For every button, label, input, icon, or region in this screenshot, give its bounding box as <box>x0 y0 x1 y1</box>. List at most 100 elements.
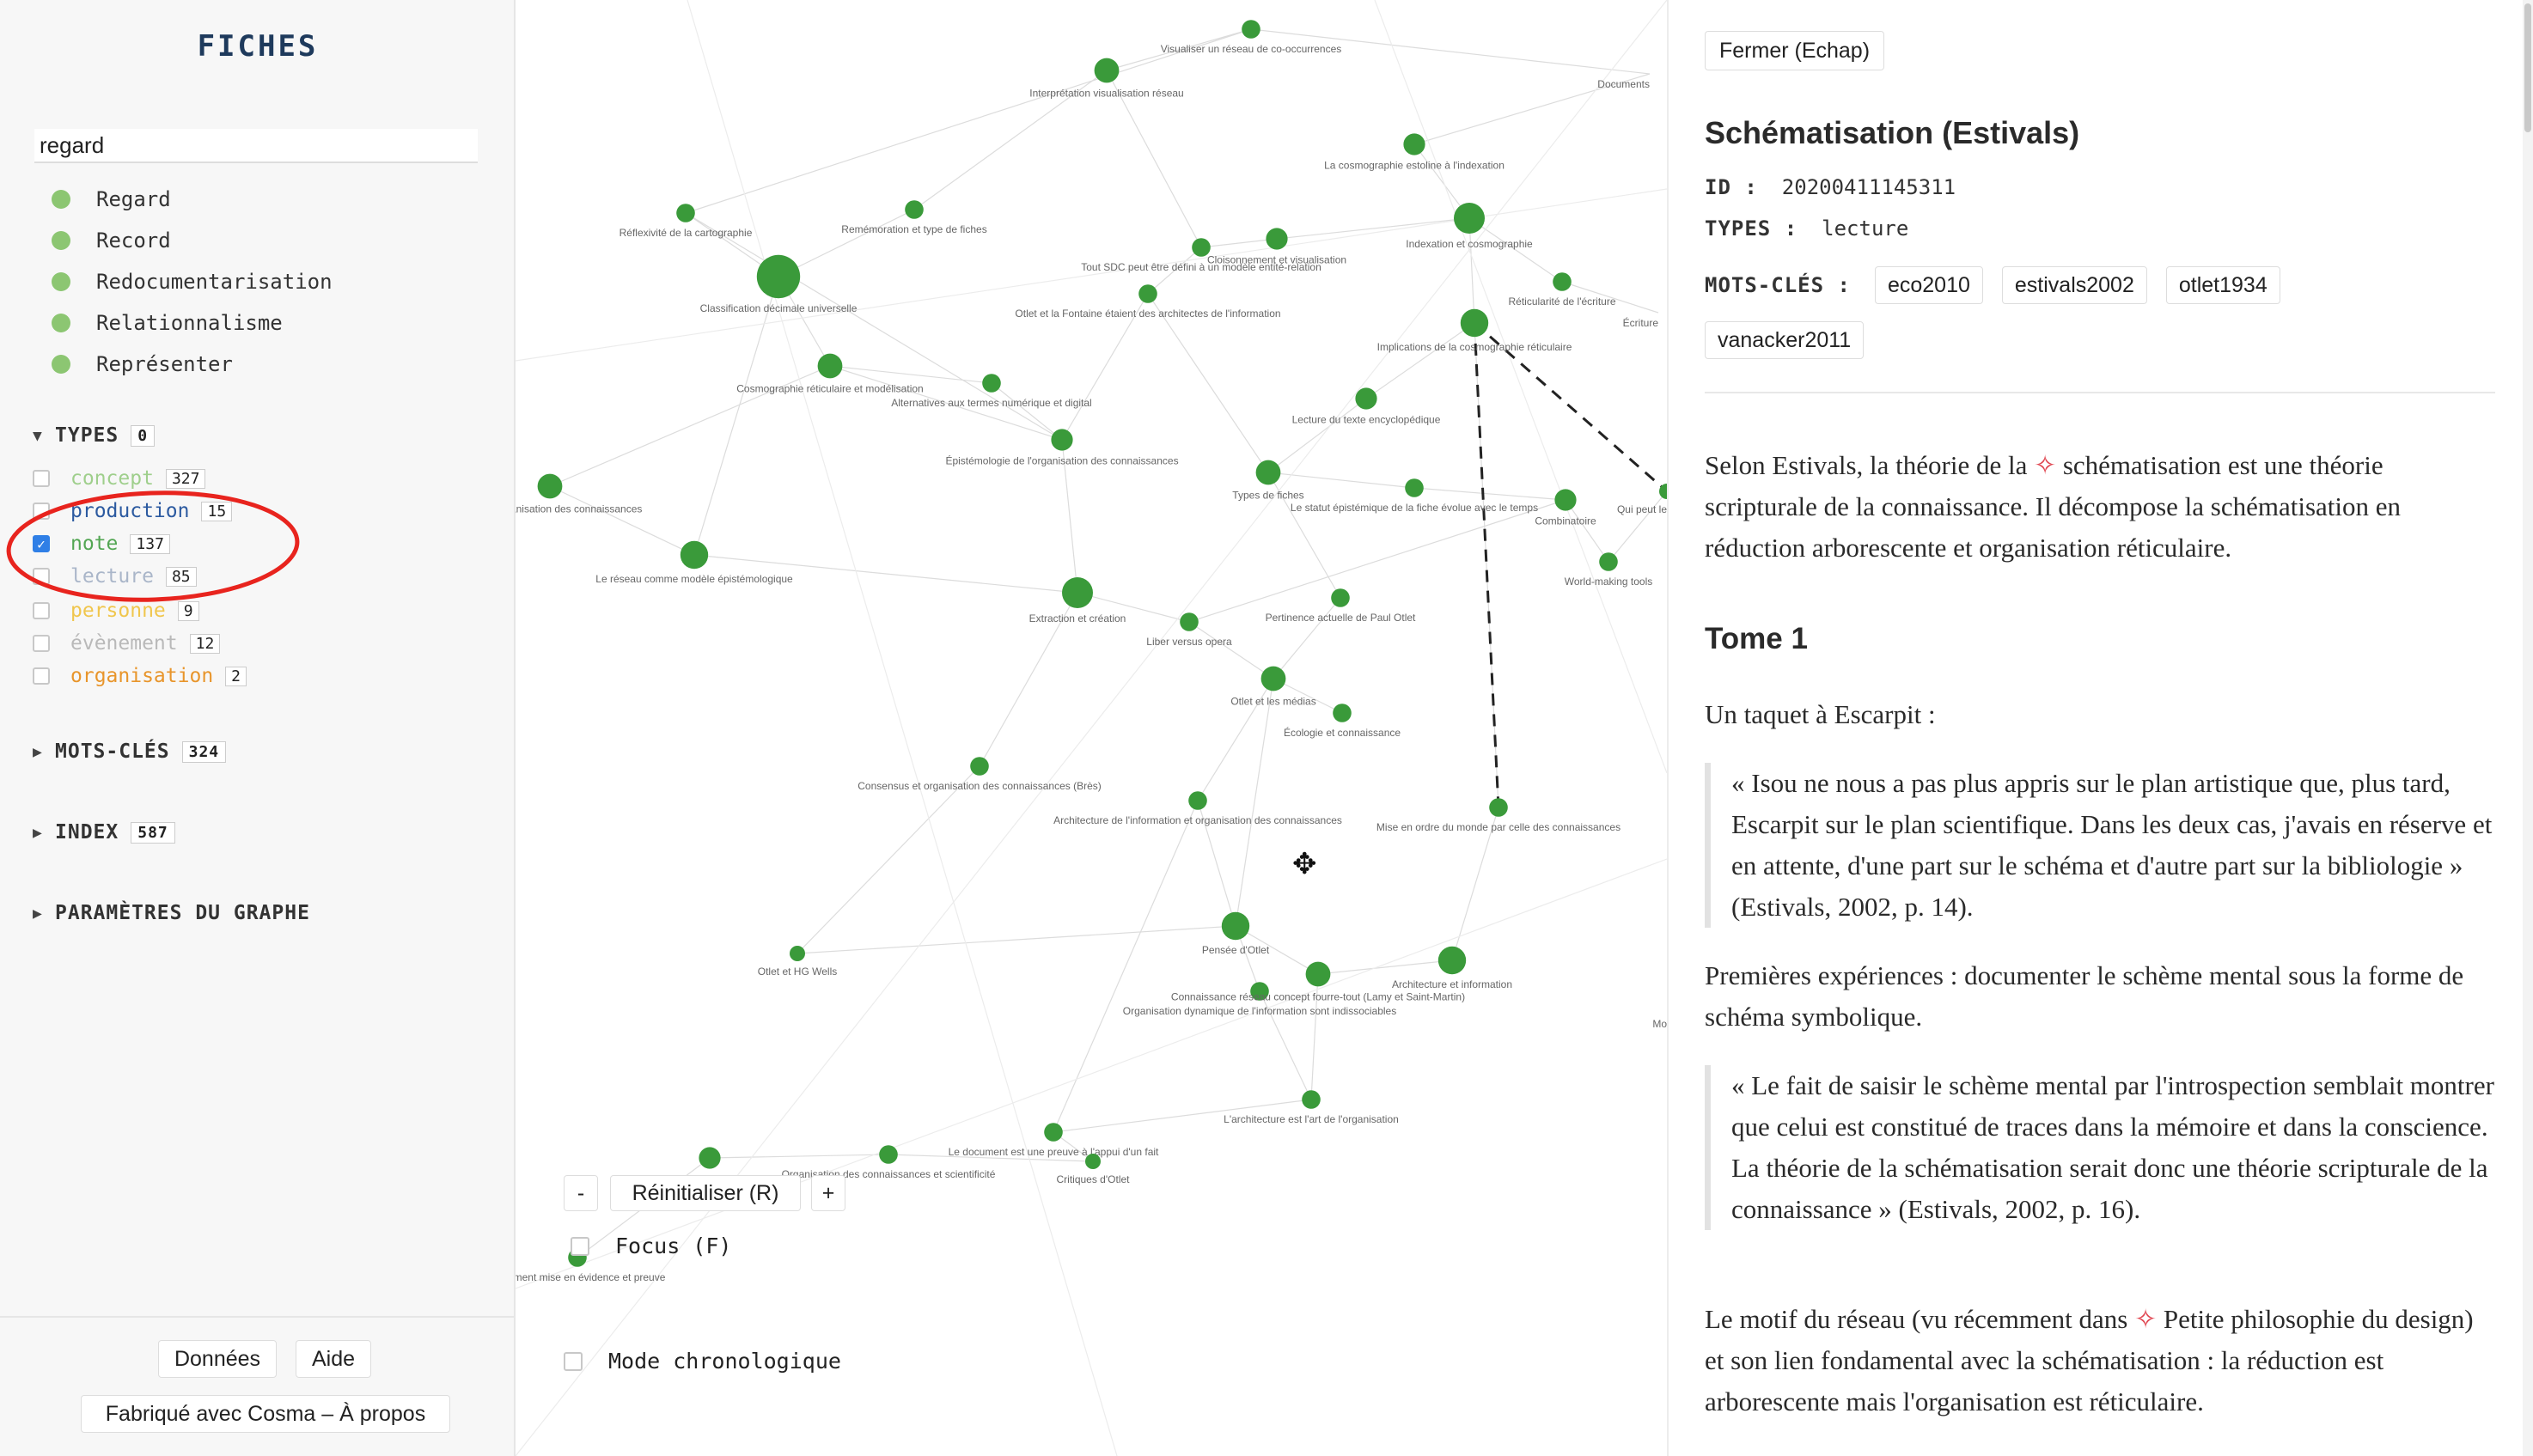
data-button[interactable]: Données <box>158 1340 277 1378</box>
graph-node-circle[interactable] <box>1659 484 1667 499</box>
graph-node[interactable]: Extraction et création <box>1029 577 1126 624</box>
chrono-mode-checkbox[interactable] <box>564 1351 583 1371</box>
keyword-tag[interactable]: otlet1934 <box>2165 266 2280 304</box>
graph-node[interactable]: Épistémologie de l'organisation des conn… <box>945 429 1179 467</box>
graph-node[interactable]: Lecture du texte encyclopédique <box>1292 387 1441 426</box>
graph-node[interactable]: Mise en ordre du monde par celle des con… <box>1376 798 1621 833</box>
graph-node[interactable]: La cosmographie estoline à l'indexation <box>1324 133 1505 172</box>
graph-node-circle[interactable] <box>1405 478 1424 497</box>
graph-node[interactable]: Documents <box>1597 78 1650 90</box>
graph-node[interactable]: Visualiser un réseau de co-occurrences <box>1161 20 1342 55</box>
graph-node[interactable]: Le statut épistémique de la fiche évolue… <box>1291 478 1538 514</box>
graph-node[interactable]: Remémoration et type de fiches <box>841 200 987 235</box>
search-input[interactable] <box>34 129 478 163</box>
graph-params-section-toggle[interactable]: ▶ PARAMÈTRES DU GRAPHE <box>33 902 310 924</box>
types-section-toggle[interactable]: ▼ TYPES 0 <box>33 424 156 447</box>
reset-button[interactable]: Réinitialiser (R) <box>610 1175 801 1211</box>
graph-node-circle[interactable] <box>879 1145 898 1164</box>
graph-node-circle[interactable] <box>1333 704 1352 722</box>
graph-node-circle[interactable] <box>537 473 563 499</box>
graph-node-circle[interactable] <box>1489 798 1508 817</box>
type-checkbox[interactable] <box>33 667 50 685</box>
type-filter-5[interactable]: évènement 12 <box>33 629 221 658</box>
graph-node-circle[interactable] <box>1355 387 1377 410</box>
graph-node-circle[interactable] <box>676 204 695 222</box>
graph-node-circle[interactable] <box>1255 460 1281 485</box>
graph-node-circle[interactable] <box>1242 20 1260 39</box>
search-result-item[interactable]: Relationnalisme <box>52 306 283 340</box>
graph-node-circle[interactable] <box>1138 284 1157 303</box>
keyword-tag[interactable]: eco2010 <box>1874 266 1983 304</box>
chrono-mode-toggle[interactable]: Mode chronologique <box>564 1349 841 1374</box>
graph-node[interactable]: Critiques d'Otlet <box>1057 1154 1131 1185</box>
graph-node-circle[interactable] <box>1044 1123 1063 1142</box>
graph-node[interactable]: Qui peut le <box>1617 484 1667 515</box>
zoom-out-button[interactable]: - <box>564 1175 598 1211</box>
graph-node[interactable]: Interprétation visualisation réseau <box>1029 58 1184 100</box>
graph-node[interactable]: Pertinence actuelle de Paul Otlet <box>1266 588 1416 624</box>
keyword-tag[interactable]: estivals2002 <box>2001 266 2147 304</box>
focus-toggle[interactable]: Focus (F) <box>571 1234 731 1258</box>
graph-node-circle[interactable] <box>1085 1154 1101 1169</box>
focus-checkbox[interactable] <box>571 1236 589 1256</box>
graph-node[interactable]: World-making tools <box>1565 552 1652 588</box>
graph-node-circle[interactable] <box>817 353 843 379</box>
graph-node-circle[interactable] <box>1094 58 1120 83</box>
graph-node-circle[interactable] <box>1553 272 1572 291</box>
graph-view[interactable]: Visualiser un réseau de co-occurrences In… <box>516 0 1667 1456</box>
graph-node[interactable]: Le document est une preuve à l'appui d'u… <box>949 1123 1159 1158</box>
graph-node-circle[interactable] <box>790 946 805 961</box>
graph-node[interactable]: Otlet et HG Wells <box>758 946 837 978</box>
graph-node-circle[interactable] <box>1599 552 1618 571</box>
graph-node-circle[interactable] <box>1260 666 1286 691</box>
keywords-section-toggle[interactable]: ▶ MOTS-CLÉS 324 <box>33 740 227 763</box>
graph-node[interactable]: Types de fiches <box>1232 460 1304 502</box>
about-button[interactable]: Fabriqué avec Cosma – À propos <box>81 1395 450 1433</box>
type-checkbox[interactable] <box>33 470 50 487</box>
graph-node[interactable]: Formes organisation des connaissances <box>516 473 642 515</box>
graph-node[interactable]: Implications de la cosmographie réticula… <box>1377 308 1572 353</box>
graph-node-circle[interactable] <box>756 254 801 299</box>
index-section-toggle[interactable]: ▶ INDEX 587 <box>33 821 175 844</box>
graph-node[interactable]: Otlet et la Fontaine étaient des archite… <box>1015 284 1281 320</box>
graph-node-circle[interactable] <box>1062 577 1093 608</box>
search-result-item[interactable]: Record <box>52 223 171 258</box>
type-checkbox[interactable] <box>33 635 50 652</box>
zoom-in-button[interactable]: + <box>811 1175 845 1211</box>
keyword-tag[interactable]: vanacker2011 <box>1705 321 1865 359</box>
graph-node[interactable]: Architecture de l'information et organis… <box>1053 791 1342 826</box>
graph-node[interactable]: Otlet et les médias <box>1230 666 1316 708</box>
scrollbar[interactable] <box>2523 0 2533 1456</box>
graph-node-circle[interactable] <box>1188 791 1207 810</box>
graph-node[interactable]: Indexation et cosmographie <box>1406 203 1533 250</box>
graph-node[interactable]: Combinatoire <box>1535 489 1596 527</box>
help-button[interactable]: Aide <box>296 1340 371 1378</box>
search-result-item[interactable]: Redocumentarisation <box>52 265 333 299</box>
graph-node[interactable]: Réticularité de l'écriture <box>1508 272 1616 308</box>
graph-node[interactable]: Réflexivité de la cartographie <box>620 204 753 239</box>
internal-link-icon[interactable]: ✧ <box>2134 1304 2157 1334</box>
graph-node[interactable]: Classification décimale universelle <box>700 254 858 314</box>
scrollbar-thumb[interactable] <box>2524 3 2531 132</box>
graph-node-circle[interactable] <box>1051 429 1073 451</box>
search-result-item[interactable]: Regard <box>52 182 171 216</box>
graph-node[interactable]: Mo <box>1652 1018 1667 1030</box>
graph-node-circle[interactable] <box>1460 308 1489 338</box>
type-filter-6[interactable]: organisation 2 <box>33 661 247 691</box>
graph-node[interactable]: Cosmographie réticulaire et modélisation <box>736 353 924 395</box>
graph-node-circle[interactable] <box>1302 1090 1321 1109</box>
graph-node[interactable]: Le réseau comme modèle épistémologique <box>595 540 793 585</box>
graph-node-circle[interactable] <box>905 200 924 219</box>
graph-node-circle[interactable] <box>699 1147 721 1169</box>
graph-node-circle[interactable] <box>1331 588 1350 607</box>
internal-link-icon[interactable]: ✧ <box>2034 450 2056 480</box>
graph-node[interactable]: Architecture et information <box>1392 946 1512 990</box>
graph-node-circle[interactable] <box>1221 911 1250 941</box>
close-button[interactable]: Fermer (Echap) <box>1705 31 1885 70</box>
graph-node[interactable]: Écriture <box>1623 316 1659 329</box>
graph-node-circle[interactable] <box>1454 203 1485 234</box>
search-result-item[interactable]: Représenter <box>52 347 233 381</box>
graph-node-circle[interactable] <box>1266 228 1288 250</box>
graph-node-circle[interactable] <box>970 757 989 776</box>
graph-node-circle[interactable] <box>1305 961 1331 987</box>
